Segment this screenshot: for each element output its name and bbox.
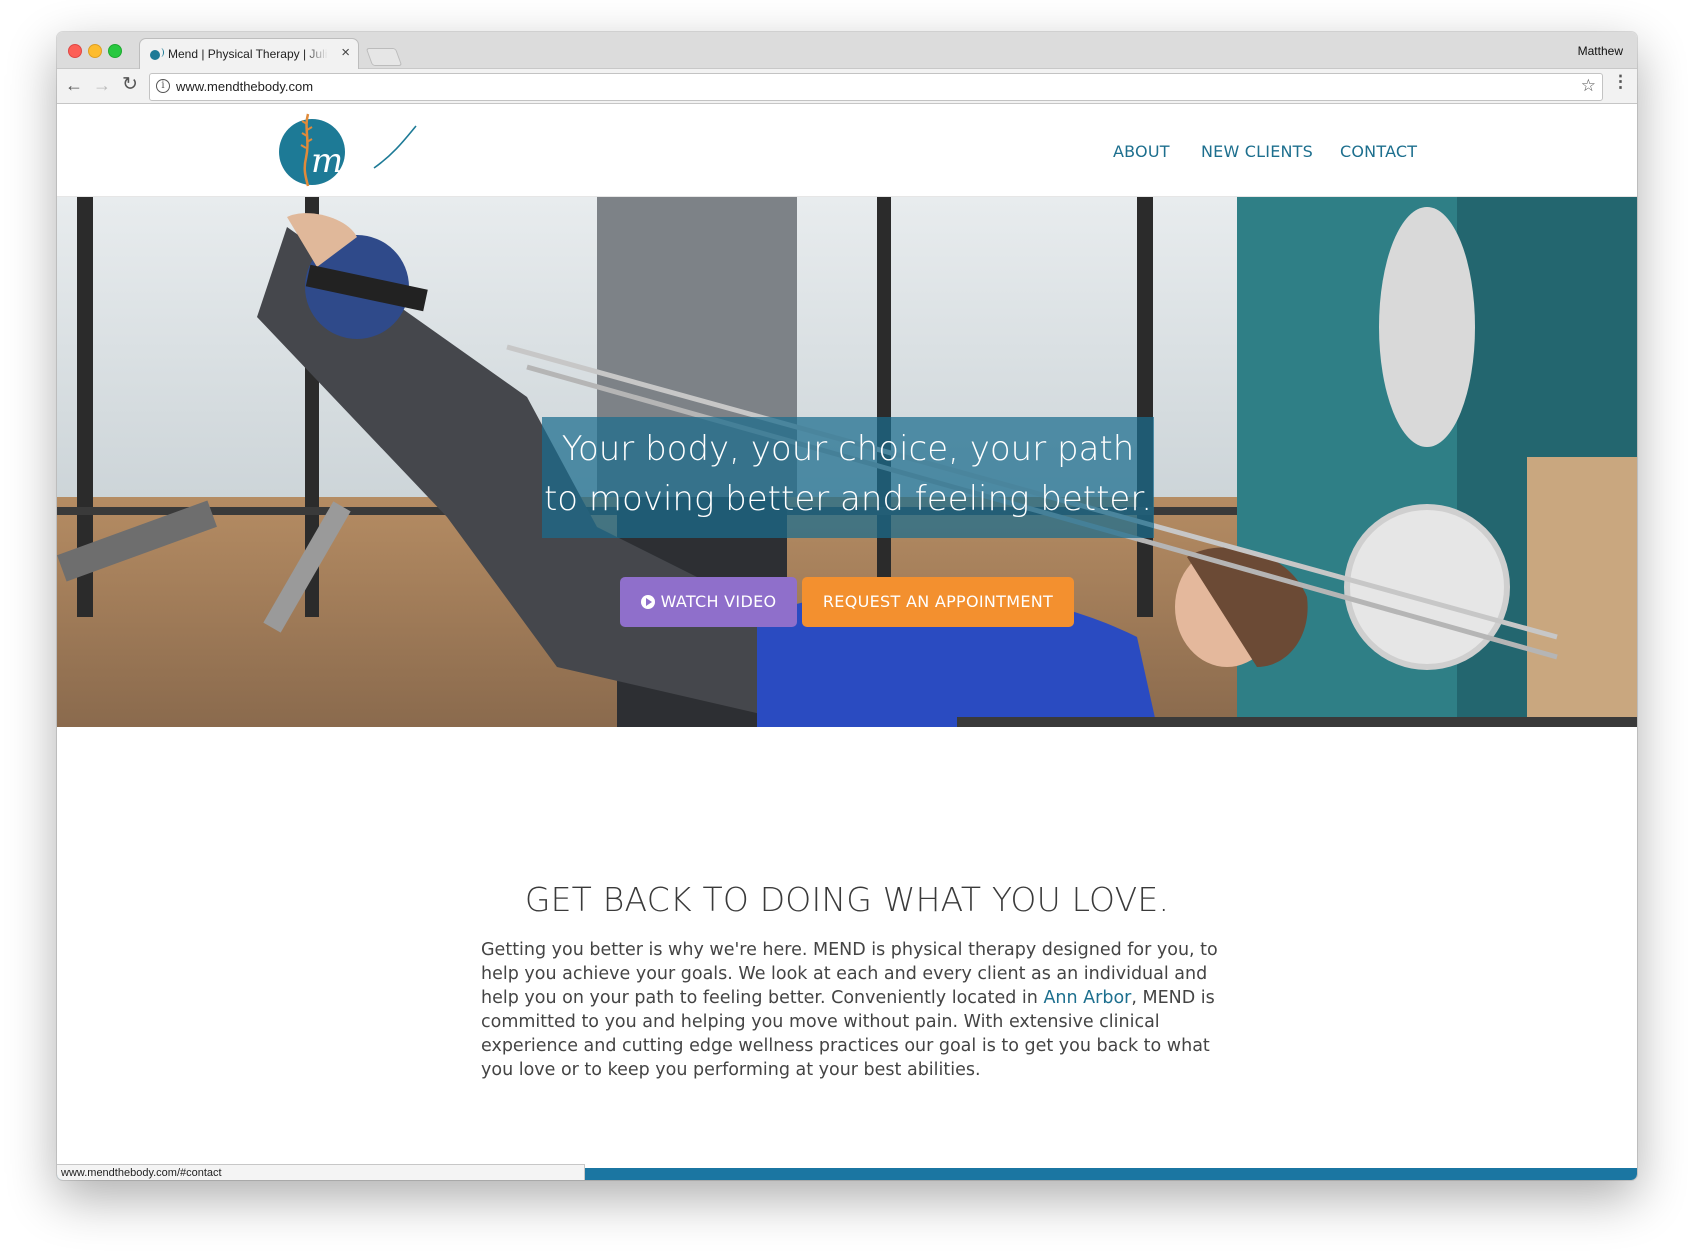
watch-video-button[interactable]: WATCH VIDEO [620, 577, 797, 627]
title-bar: Mend | Physical Therapy | Julie × Matthe… [57, 32, 1637, 70]
status-bar: www.mendthebody.com/#contact [57, 1164, 585, 1180]
favicon-icon [150, 48, 164, 60]
address-bar[interactable]: i www.mendthebody.com ☆ [149, 73, 1603, 101]
minimize-window-button[interactable] [88, 44, 102, 58]
tagline-line-2: to moving better and feeling better. [543, 479, 1153, 519]
logo-text: mend [311, 141, 407, 181]
url-text[interactable]: www.mendthebody.com [176, 79, 313, 94]
nav-contact[interactable]: CONTACT [1340, 142, 1417, 161]
browser-window: Mend | Physical Therapy | Julie × Matthe… [57, 32, 1637, 1180]
hero-tagline: Your body, your choice, your path to mov… [542, 417, 1154, 538]
tagline-line-1: Your body, your choice, your path [561, 429, 1135, 469]
request-appointment-button[interactable]: REQUEST AN APPOINTMENT [802, 577, 1074, 627]
play-icon [640, 595, 655, 609]
bookmark-star-icon[interactable]: ☆ [1581, 76, 1596, 96]
tab-title: Mend | Physical Therapy | Julie [168, 47, 328, 61]
back-arrow-icon[interactable]: ← [61, 72, 87, 98]
profile-name[interactable]: Matthew [1578, 44, 1623, 58]
intro-paragraph: Getting you better is why we're here. ME… [481, 938, 1221, 1082]
ann-arbor-link[interactable]: Ann Arbor [1043, 988, 1131, 1008]
hero-banner: Your body, your choice, your path to mov… [57, 197, 1637, 727]
zoom-window-button[interactable] [108, 44, 122, 58]
new-tab-button[interactable] [365, 48, 403, 66]
section-heading: GET BACK TO DOING WHAT YOU LOVE. [524, 880, 1170, 919]
mend-logo[interactable]: mend [278, 110, 418, 190]
page-viewport: mend ABOUT NEW CLIENTS CONTACT Your body… [57, 104, 1637, 1180]
site-header: mend ABOUT NEW CLIENTS CONTACT [57, 104, 1637, 197]
tab-close-icon[interactable]: × [341, 44, 350, 62]
tab-active[interactable]: Mend | Physical Therapy | Julie × [139, 38, 359, 70]
watch-video-label: WATCH VIDEO [660, 592, 777, 611]
close-window-button[interactable] [68, 44, 82, 58]
forward-arrow-icon[interactable]: → [89, 72, 115, 98]
info-icon[interactable]: i [156, 79, 170, 93]
browser-menu-icon[interactable]: ⋮ [1612, 72, 1629, 92]
nav-new-clients[interactable]: NEW CLIENTS [1201, 142, 1313, 161]
browser-toolbar: ← → ↻ i www.mendthebody.com ☆ ⋮ [57, 69, 1637, 104]
nav-about[interactable]: ABOUT [1113, 142, 1170, 161]
reload-icon[interactable]: ↻ [117, 72, 143, 98]
